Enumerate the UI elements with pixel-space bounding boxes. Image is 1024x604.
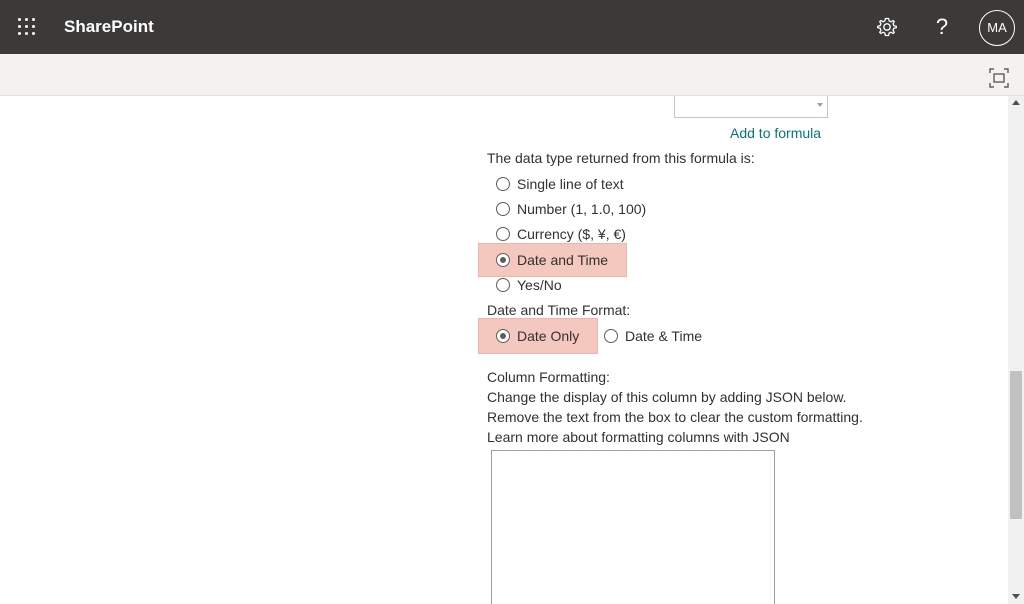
column-formatting-description-2: Remove the text from the box to clear th… [487,409,863,425]
radio-yes-no[interactable]: Yes/No [496,275,562,295]
json-formatting-textarea[interactable] [491,450,775,604]
help-icon[interactable]: ? [930,13,954,41]
radio-currency[interactable]: Currency ($, ¥, €) [496,224,626,244]
radio-label: Yes/No [517,276,562,293]
suite-bar: SharePoint ? MA [0,0,1024,54]
column-formatting-description-1: Change the display of this column by add… [487,389,847,405]
radio-number[interactable]: Number (1, 1.0, 100) [496,199,646,219]
radio-label: Currency ($, ¥, €) [517,225,626,242]
command-bar [0,54,1024,96]
radio-button[interactable] [496,278,510,292]
radio-single-line-of-text[interactable]: Single line of text [496,174,624,194]
radio-button[interactable] [496,227,510,241]
radio-button[interactable] [496,202,510,216]
radio-label: Single line of text [517,175,624,192]
add-to-formula-link[interactable]: Add to formula [730,125,821,142]
date-format-label: Date and Time Format: [487,302,631,318]
formula-field-select[interactable] [674,96,828,118]
scrollbar-thumb[interactable] [1010,371,1022,519]
radio-label: Date & Time [625,327,703,344]
radio-label: Number (1, 1.0, 100) [517,200,647,217]
scroll-down-icon[interactable] [1012,594,1020,599]
gear-icon[interactable] [875,15,899,39]
app-name[interactable]: SharePoint [64,17,154,37]
focus-mode-icon[interactable] [988,67,1010,89]
scroll-up-icon[interactable] [1012,100,1020,105]
radio-button-selected[interactable] [496,253,510,267]
radio-button[interactable] [496,177,510,191]
radio-date-and-time-format[interactable]: Date & Time [604,326,702,346]
radio-button-selected[interactable] [496,329,510,343]
settings-panel: Add to formula The data type returned fr… [0,96,1008,604]
radio-label: Date Only [517,327,580,344]
radio-button[interactable] [604,329,618,343]
vertical-scrollbar[interactable] [1008,96,1024,604]
app-launcher-icon[interactable] [9,9,45,45]
radio-date-only[interactable]: Date Only [496,326,579,346]
learn-more-json-link[interactable]: Learn more about formatting columns with… [487,429,790,446]
chevron-down-icon [817,103,823,107]
radio-date-and-time[interactable]: Date and Time [496,250,608,270]
column-formatting-heading: Column Formatting: [487,369,610,385]
radio-label: Date and Time [517,251,609,268]
data-type-label: The data type returned from this formula… [487,150,755,166]
avatar[interactable]: MA [979,10,1015,46]
